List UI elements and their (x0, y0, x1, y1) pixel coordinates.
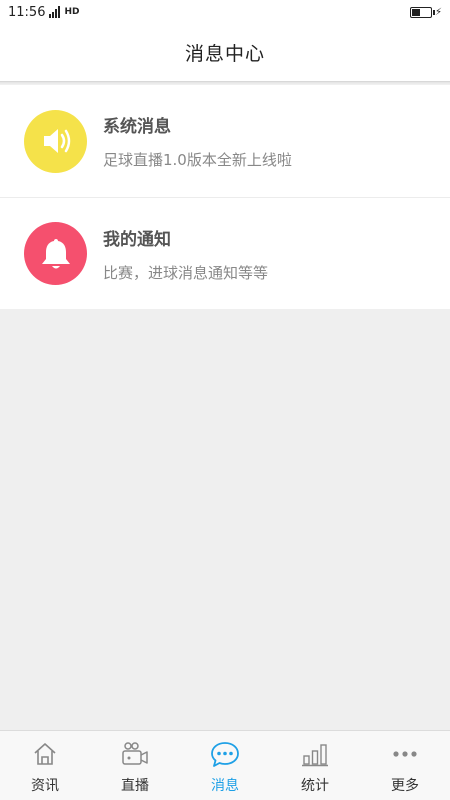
tab-more[interactable]: 更多 (360, 731, 450, 800)
home-icon (30, 739, 60, 769)
message-item-notification[interactable]: 我的通知 比赛，进球消息通知等等 (0, 197, 450, 309)
battery-icon (409, 6, 435, 18)
tab-label: 更多 (391, 777, 419, 794)
tab-label: 直播 (121, 777, 149, 794)
message-text: 系统消息 足球直播1.0版本全新上线啦 (103, 112, 292, 170)
message-title: 我的通知 (103, 229, 171, 250)
status-left: 11:56 HD (8, 5, 79, 20)
tab-bar: 资讯 直播 消息 统计 更多 (0, 730, 450, 800)
chat-bubble-icon (210, 739, 240, 769)
tab-news[interactable]: 资讯 (0, 731, 90, 800)
tab-label: 消息 (211, 777, 239, 794)
message-text: 我的通知 比赛，进球消息通知等等 (103, 225, 268, 283)
signal-icon (49, 6, 61, 18)
charging-icon: ⚡ (434, 6, 442, 18)
more-icon (390, 739, 420, 769)
tab-label: 统计 (301, 777, 329, 794)
message-title: 系统消息 (103, 117, 171, 137)
message-description: 足球直播1.0版本全新上线啦 (103, 151, 292, 169)
status-right: ⚡ (409, 6, 442, 18)
status-bar: 11:56 HD ⚡ (0, 0, 450, 24)
message-list: 系统消息 足球直播1.0版本全新上线啦 我的通知 比赛，进球消息通知等等 (0, 85, 450, 309)
tab-stats[interactable]: 统计 (270, 731, 360, 800)
message-item-system[interactable]: 系统消息 足球直播1.0版本全新上线啦 (0, 85, 450, 197)
header: 消息中心 (0, 24, 450, 82)
speaker-icon (24, 109, 87, 173)
message-description: 比赛，进球消息通知等等 (103, 263, 269, 282)
battery-level (411, 8, 421, 16)
tab-label: 资讯 (31, 777, 59, 794)
status-time: 11:56 (8, 4, 46, 20)
tab-live[interactable]: 直播 (90, 731, 180, 800)
page-title: 消息中心 (184, 43, 265, 65)
video-camera-icon (120, 739, 150, 769)
network-type: HD (64, 7, 80, 17)
tab-messages[interactable]: 消息 (180, 731, 270, 800)
bell-icon (24, 222, 87, 285)
bar-chart-icon (300, 739, 330, 769)
